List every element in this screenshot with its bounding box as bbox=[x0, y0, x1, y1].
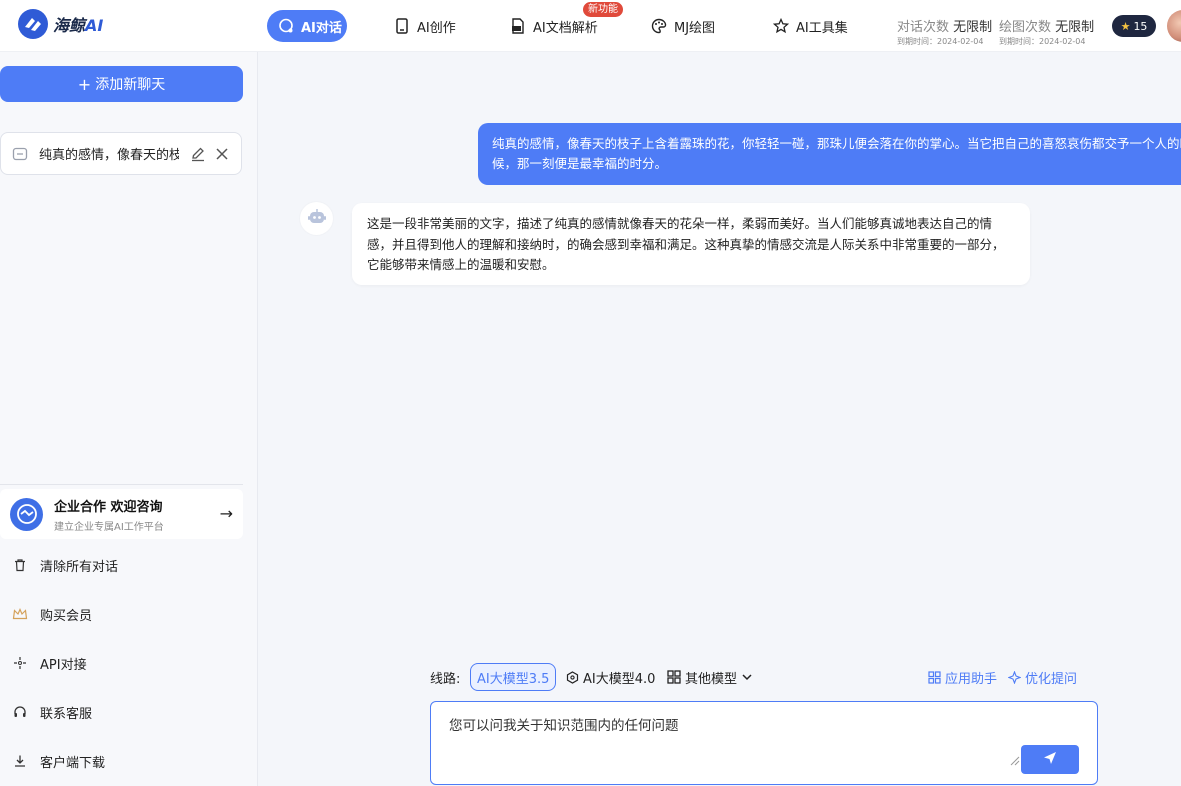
nav-label: AI创作 bbox=[417, 20, 456, 36]
star-icon: ★ bbox=[1120, 19, 1131, 33]
nav-label: MJ绘图 bbox=[674, 20, 716, 36]
bot-message-line-1: 这是一段非常美丽的文字，描述了纯真的感情就像春天的花朵一样，柔弱而美好。当人们能… bbox=[367, 216, 993, 231]
user-message-line-1: 纯真的感情，像春天的枝子上含着露珠的花，你轻轻一碰，那珠儿便会落在你的掌心。当它… bbox=[492, 136, 1181, 151]
nav-label: AI工具集 bbox=[796, 20, 848, 36]
trash-icon bbox=[12, 557, 28, 573]
star-count: 15 bbox=[1133, 19, 1148, 33]
add-new-chat-label: 添加新聊天 bbox=[95, 77, 166, 93]
bot-avatar bbox=[300, 202, 333, 235]
nav-label: AI文档解析 bbox=[533, 20, 598, 36]
chat-bubble-icon bbox=[277, 17, 295, 35]
conversation-title: 纯真的感情，像春天的枝子上含着露珠的花，你轻轻一碰 bbox=[39, 148, 179, 163]
resize-handle-icon[interactable] bbox=[1008, 754, 1020, 766]
nav-ai-create[interactable]: AI创作 bbox=[393, 10, 456, 42]
client-download[interactable]: 客户端下载 bbox=[12, 751, 105, 771]
pdf-doc-icon bbox=[509, 17, 527, 35]
conversation-item[interactable]: 纯真的感情，像春天的枝子上含着露珠的花，你轻轻一碰 bbox=[0, 132, 242, 175]
paper-plane-icon bbox=[1043, 751, 1057, 769]
menu-label: 联系客服 bbox=[40, 706, 93, 722]
buy-membership[interactable]: 购买会员 bbox=[12, 604, 92, 624]
menu-label: 客户端下载 bbox=[40, 755, 106, 771]
message-icon bbox=[11, 145, 29, 163]
model-label: AI大模型4.0 bbox=[583, 671, 656, 687]
enterprise-cooperation-card[interactable]: 企业合作 欢迎咨询 建立企业专属AI工作平台 → bbox=[0, 489, 243, 539]
bot-message-line-2: 感，并且得到他人的理解和接纳时，的确会感到幸福和满足。这种真挚的情感交流是人际关… bbox=[367, 236, 1005, 252]
star-points[interactable]: ★ 15 bbox=[1112, 15, 1156, 37]
brand-name: 海鲸AI bbox=[53, 16, 104, 35]
optimize-question-button[interactable]: 优化提问 bbox=[1007, 663, 1077, 691]
user-avatar[interactable] bbox=[1167, 10, 1181, 42]
apps-icon bbox=[927, 670, 941, 684]
sidebar-divider bbox=[0, 484, 243, 485]
tablet-icon bbox=[393, 17, 411, 35]
model-option-4-0[interactable]: AI大模型4.0 bbox=[565, 663, 655, 691]
bot-message-line-3: 它能够带来情感上的温暖和安慰。 bbox=[367, 257, 555, 272]
palette-icon bbox=[650, 17, 668, 35]
model-option-3-5[interactable]: AI大模型3.5 bbox=[470, 663, 557, 691]
helper-label: 应用助手 bbox=[945, 671, 998, 687]
user-message-bubble: 纯真的感情，像春天的枝子上含着露珠的花，你轻轻一碰，那珠儿便会落在你的掌心。当它… bbox=[478, 123, 1181, 185]
message-composer bbox=[430, 701, 1098, 785]
nav-ai-chat[interactable]: AI对话 bbox=[267, 10, 347, 42]
chevron-down-icon bbox=[741, 671, 753, 683]
clear-all-chats[interactable]: 清除所有对话 bbox=[12, 555, 118, 575]
chat-area: 纯真的感情，像春天的枝子上含着露珠的花，你轻轻一碰，那珠儿便会落在你的掌心。当它… bbox=[259, 52, 1181, 786]
sparkle-star-icon bbox=[1007, 670, 1021, 684]
grid-icon bbox=[667, 670, 681, 684]
nav-label: AI对话 bbox=[301, 20, 342, 36]
menu-label: 购买会员 bbox=[40, 608, 93, 624]
edit-icon[interactable] bbox=[189, 145, 207, 163]
download-icon bbox=[12, 753, 28, 769]
app-helper-button[interactable]: 应用助手 bbox=[927, 663, 997, 691]
whale-logo-icon bbox=[18, 9, 48, 39]
draw-quota: 绘图次数 无限制 到期时间：2024-02-04 bbox=[999, 20, 1095, 46]
contact-support[interactable]: 联系客服 bbox=[12, 702, 92, 722]
sidebar: + 添加新聊天 纯真的感情，像春天的枝子上含着露珠的花，你轻轻一碰 企业合作 欢… bbox=[0, 52, 258, 786]
crown-icon bbox=[12, 606, 28, 622]
enterprise-subtitle: 建立企业专属AI工作平台 bbox=[54, 521, 164, 533]
api-integration[interactable]: API对接 bbox=[12, 653, 87, 673]
plus-icon: + bbox=[77, 74, 92, 94]
headset-icon bbox=[12, 704, 28, 720]
menu-label: API对接 bbox=[40, 657, 87, 673]
handshake-icon bbox=[10, 497, 43, 531]
nav-ai-tools[interactable]: AI工具集 bbox=[772, 10, 848, 42]
other-models-dropdown[interactable]: 其他模型 bbox=[667, 663, 753, 691]
star-outline-icon bbox=[772, 17, 790, 35]
brand-logo[interactable]: 海鲸AI bbox=[18, 9, 103, 39]
robot-icon bbox=[307, 208, 327, 230]
message-input[interactable] bbox=[439, 708, 1019, 774]
top-bar: 海鲸AI AI对话 AI创作 AI文档解析 新功能 MJ绘图 AI工具集 对话次… bbox=[0, 0, 1181, 52]
draw-quota-expire: 到期时间：2024-02-04 bbox=[999, 37, 1086, 46]
enterprise-title: 企业合作 欢迎咨询 bbox=[54, 499, 163, 515]
nav-mj-draw[interactable]: MJ绘图 bbox=[650, 10, 715, 42]
bot-message-bubble: 这是一段非常美丽的文字，描述了纯真的感情就像春天的花朵一样，柔弱而美好。当人们能… bbox=[352, 203, 1030, 285]
chat-quota: 对话次数 无限制 到期时间：2024-02-04 bbox=[897, 20, 993, 46]
api-connect-icon bbox=[12, 655, 28, 671]
menu-label: 清除所有对话 bbox=[40, 559, 119, 575]
add-new-chat-button[interactable]: + 添加新聊天 bbox=[0, 66, 243, 102]
chat-quota-expire: 到期时间：2024-02-04 bbox=[897, 37, 984, 46]
arrow-right-icon: → bbox=[219, 504, 233, 523]
close-icon[interactable] bbox=[213, 145, 231, 163]
hexagon-icon bbox=[565, 670, 579, 684]
model-label: 其他模型 bbox=[685, 671, 738, 687]
user-message-line-2: 候，那一刻便是最幸福的时分。 bbox=[492, 156, 668, 171]
send-button[interactable] bbox=[1021, 745, 1079, 774]
route-label: 线路: bbox=[430, 671, 461, 687]
optimize-label: 优化提问 bbox=[1025, 671, 1078, 687]
new-feature-badge: 新功能 bbox=[583, 2, 623, 17]
